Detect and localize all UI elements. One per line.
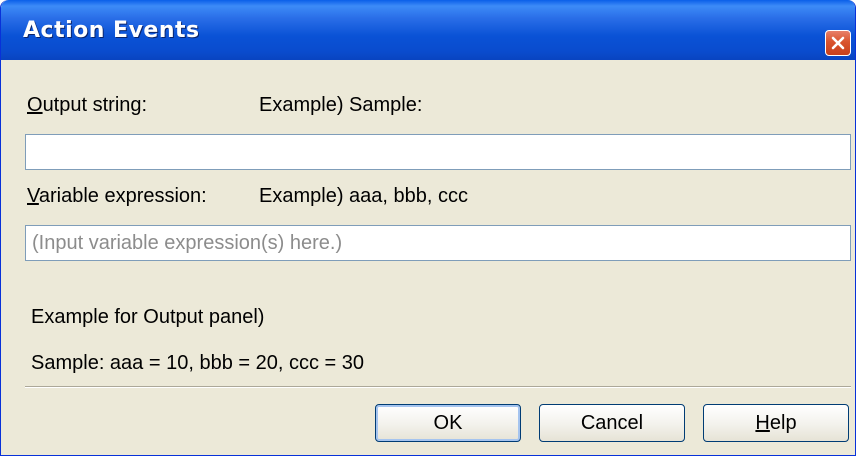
variable-expression-example: Example) aaa, bbb, ccc (259, 185, 468, 207)
close-button[interactable] (825, 30, 851, 56)
output-string-example: Example) Sample: (259, 94, 423, 116)
variable-expression-input[interactable]: (Input variable expression(s) here.) (25, 225, 851, 261)
help-mnemonic: H (755, 411, 770, 434)
ok-button[interactable]: OK (375, 404, 521, 442)
output-panel-example-heading: Example for Output panel) (31, 306, 265, 328)
output-string-input[interactable] (25, 134, 851, 170)
output-panel-sample: Sample: aaa = 10, bbb = 20, ccc = 30 (31, 352, 365, 374)
output-string-label: Output string: (27, 95, 147, 115)
help-label-text: elp (769, 411, 797, 434)
title-bar[interactable]: Action Events (1, 0, 855, 60)
variable-expression-label-text: ariable expression: (38, 185, 207, 207)
help-button[interactable]: Help (703, 404, 849, 442)
variable-expression-mnemonic: V (27, 185, 39, 207)
output-string-mnemonic: O (27, 94, 43, 116)
action-events-dialog: Action Events Output string: Example) Sa… (0, 0, 856, 456)
cancel-button[interactable]: Cancel (539, 404, 685, 442)
window-title: Action Events (23, 18, 200, 43)
separator (25, 386, 851, 388)
variable-expression-placeholder: (Input variable expression(s) here.) (32, 231, 343, 254)
output-string-label-text: utput string: (42, 94, 148, 116)
close-icon (831, 36, 845, 50)
variable-expression-label: Variable expression: (27, 186, 207, 206)
